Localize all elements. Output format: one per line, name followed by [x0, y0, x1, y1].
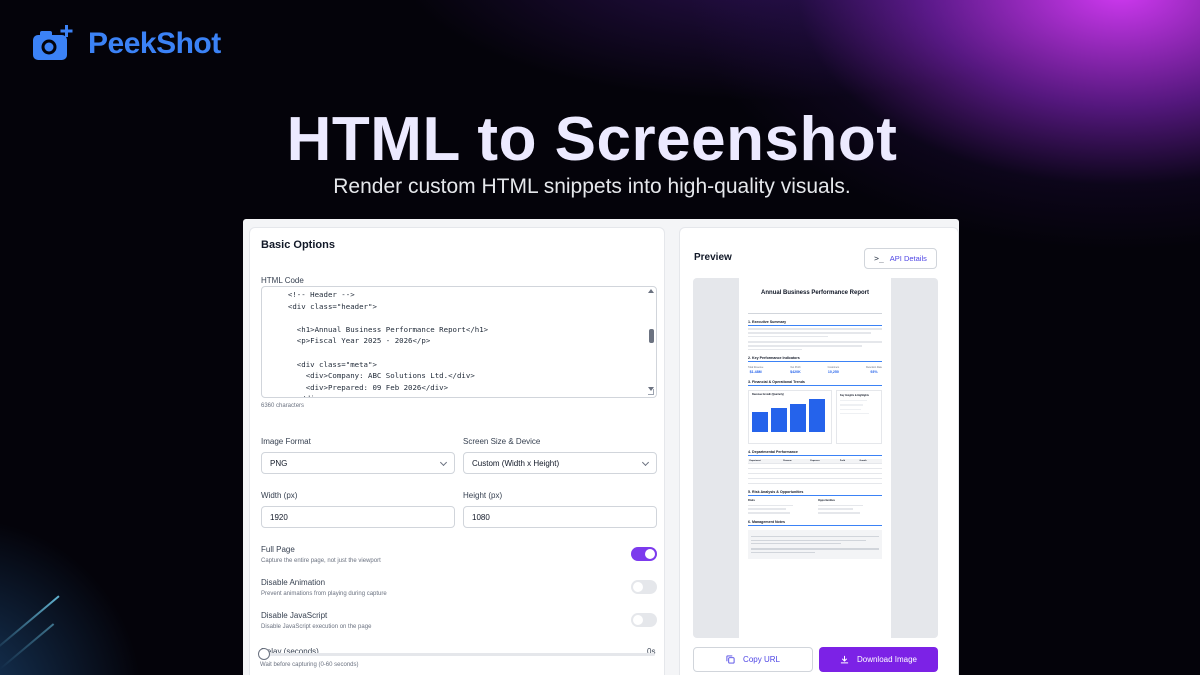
image-format-value: PNG	[270, 458, 288, 468]
delay-hint: Wait before capturing (0-60 seconds)	[260, 662, 359, 668]
width-label: Width (px)	[261, 491, 298, 500]
disable-js-label: Disable JavaScript	[261, 611, 328, 620]
char-count: 6360 characters	[261, 403, 305, 409]
toggle-knob	[633, 615, 643, 625]
full-page-hint: Capture the entire page, not just the vi…	[261, 558, 381, 564]
api-details-button[interactable]: >_ API Details	[864, 248, 937, 269]
doc-kpis: Total Revenue $1.48M Net Profit $420K Cust…	[748, 366, 882, 374]
hero-subtitle: Render custom HTML snippets into high-qu…	[333, 175, 851, 198]
doc-highlights: Key Insights & Highlights	[836, 390, 882, 445]
width-input[interactable]: 1920	[261, 506, 455, 528]
doc-chart-row: Revenue Growth (Quarterly) Key Insights …	[748, 390, 882, 445]
full-page-toggle[interactable]	[631, 547, 657, 561]
doc-text-line	[748, 345, 862, 347]
doc-chart-bar	[809, 399, 825, 433]
brand-logo[interactable]: PeekShot	[32, 24, 221, 64]
copy-url-label: Copy URL	[743, 655, 780, 664]
preview-document: Annual Business Performance Report 1. Ex…	[739, 278, 891, 638]
width-value: 1920	[270, 512, 288, 522]
copy-url-button[interactable]: Copy URL	[693, 647, 813, 672]
image-format-select[interactable]: PNG	[261, 452, 455, 474]
doc-section-heading: 2. Key Performance Indicators	[748, 356, 882, 363]
doc-text-line	[748, 341, 882, 343]
disable-js-toggle[interactable]	[631, 613, 657, 627]
chevron-down-icon	[439, 458, 448, 467]
disable-js-hint: Disable JavaScript execution on the page	[261, 624, 372, 630]
doc-table: Department Revenue Expenses Profit Growt…	[748, 459, 882, 485]
doc-text-line	[748, 328, 882, 330]
doc-section-heading: 1. Executive Summary	[748, 320, 882, 326]
screen-size-select[interactable]: Custom (Width x Height)	[463, 452, 657, 474]
height-value: 1080	[472, 512, 490, 522]
download-image-label: Download Image	[856, 655, 918, 664]
download-icon	[840, 655, 849, 664]
doc-chart-bar	[752, 412, 768, 433]
screen-size-value: Custom (Width x Height)	[472, 458, 560, 468]
preview-card: Preview >_ API Details Annual Business P…	[679, 227, 959, 675]
doc-section-heading: 5. Risk Analysis & Opportunities	[748, 490, 882, 497]
hero-title: HTML to Screenshot	[286, 105, 898, 174]
doc-mini-chart: Revenue Growth (Quarterly)	[748, 390, 832, 445]
doc-chart-bar	[771, 408, 787, 433]
scroll-thumb[interactable]	[648, 329, 654, 343]
doc-meta	[748, 308, 882, 314]
toggle-knob	[633, 582, 643, 592]
doc-subtitle-line	[748, 299, 882, 302]
disable-animation-label: Disable Animation	[261, 578, 326, 587]
doc-chart-bar	[790, 404, 806, 433]
doc-kpi: Customers 10,250	[827, 366, 840, 375]
doc-text-line	[748, 348, 802, 351]
html-code-editor[interactable]: <!-- Header --> <div class="header"> <h1…	[261, 286, 657, 398]
preview-area[interactable]: Annual Business Performance Report 1. Ex…	[693, 278, 938, 638]
delay-slider-track[interactable]	[263, 653, 655, 656]
doc-text-line	[748, 335, 829, 338]
doc-risks-opportunities: Risks Opportunities	[748, 499, 882, 514]
height-label: Height (px)	[463, 491, 503, 500]
doc-footer	[748, 564, 882, 566]
image-format-label: Image Format	[261, 437, 311, 446]
camera-plus-icon	[32, 24, 74, 64]
doc-title: Annual Business Performance Report	[760, 290, 870, 296]
api-details-label: API Details	[889, 254, 927, 263]
html-code-label: HTML Code	[261, 276, 304, 285]
disable-animation-hint: Prevent animations from playing during c…	[261, 591, 387, 597]
brand-name: PeekShot	[88, 27, 221, 60]
terminal-icon: >_	[874, 254, 884, 263]
html-code-text[interactable]: <!-- Header --> <div class="header"> <h1…	[262, 287, 656, 397]
scroll-up-arrow-icon[interactable]	[648, 289, 654, 293]
height-input[interactable]: 1080	[463, 506, 657, 528]
doc-kpi: Net Profit $420K	[790, 366, 801, 375]
screen-size-label: Screen Size & Device	[463, 437, 541, 446]
disable-animation-toggle[interactable]	[631, 580, 657, 594]
doc-kpi: Retention Rate 93%	[866, 366, 882, 375]
code-scrollbar[interactable]	[648, 289, 654, 393]
doc-notes	[748, 529, 882, 560]
preview-title: Preview	[694, 252, 732, 263]
doc-text-line	[748, 332, 872, 334]
doc-section-heading: 6. Management Notes	[748, 520, 882, 526]
app-panel: Basic Options HTML Code <!-- Header --> …	[243, 219, 959, 675]
doc-section-heading: 3. Financial & Operational Trends	[748, 380, 882, 387]
download-image-button[interactable]: Download Image	[819, 647, 938, 672]
chevron-down-icon	[641, 458, 650, 467]
doc-section-heading: 4. Departmental Performance	[748, 450, 882, 457]
section-title: Basic Options	[261, 239, 335, 251]
doc-kpi: Total Revenue $1.48M	[748, 366, 764, 375]
delay-slider-thumb[interactable]	[258, 648, 270, 660]
full-page-label: Full Page	[261, 545, 295, 554]
resize-handle-icon[interactable]	[648, 389, 654, 395]
copy-icon	[726, 655, 735, 664]
basic-options-card: Basic Options HTML Code <!-- Header --> …	[249, 227, 665, 675]
toggle-knob	[645, 549, 655, 559]
